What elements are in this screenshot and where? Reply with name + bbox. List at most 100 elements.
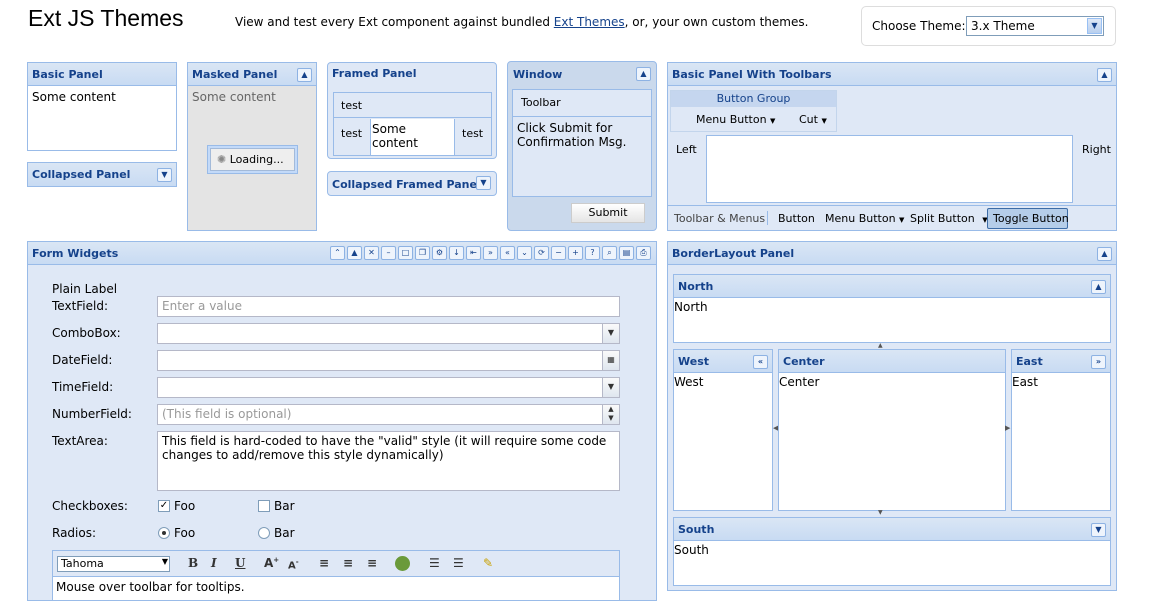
- timefield-input[interactable]: ▼: [157, 377, 620, 398]
- align-center-icon[interactable]: ≡: [343, 556, 353, 570]
- unpin-icon[interactable]: ⇤: [466, 246, 481, 260]
- combobox-input[interactable]: ▼: [157, 323, 620, 344]
- pin-icon[interactable]: ↓: [449, 246, 464, 260]
- form-widgets-title: Form Widgets: [32, 247, 119, 260]
- down-icon[interactable]: ⌄: [517, 246, 532, 260]
- search-icon[interactable]: ⌕: [602, 246, 617, 260]
- theme-select[interactable]: 3.x Theme ▼: [966, 16, 1104, 36]
- toolbars-panel: Basic Panel With Toolbars ▲ Button Group…: [667, 62, 1117, 231]
- chevron-down-icon: ▼: [1087, 18, 1102, 34]
- spinner-arrows-icon[interactable]: ▲ ▼: [602, 405, 619, 424]
- intro-suffix: , or, your own custom themes.: [624, 15, 809, 29]
- minus-icon[interactable]: −: [551, 246, 566, 260]
- toggle-button[interactable]: Toggle Button: [987, 208, 1069, 229]
- center-header: Center: [779, 350, 1005, 373]
- east-splitter-icon[interactable]: ▶: [1005, 424, 1010, 432]
- datefield-input[interactable]: ▦: [157, 350, 620, 371]
- framed-left-toolbar: test: [334, 119, 371, 155]
- collapse-icon[interactable]: ▲: [1097, 247, 1112, 261]
- menu-button[interactable]: Menu Button ▼: [696, 113, 775, 126]
- help-icon[interactable]: ?: [585, 246, 600, 260]
- east-header: East »: [1012, 350, 1110, 373]
- timefield-label: TimeField:: [52, 380, 114, 394]
- chevron-down-icon: ▼: [161, 557, 168, 566]
- refresh-icon[interactable]: ⟳: [534, 246, 549, 260]
- close-icon[interactable]: ✕: [364, 246, 379, 260]
- right-toolbar: Right: [1082, 143, 1111, 156]
- east-title: East: [1016, 355, 1043, 368]
- align-right-icon[interactable]: ≡: [367, 556, 377, 570]
- align-left-icon[interactable]: ≡: [319, 556, 329, 570]
- ext-themes-link[interactable]: Ext Themes: [554, 15, 625, 29]
- grow-font-icon[interactable]: A+: [264, 556, 279, 570]
- checkbox-foo-label: Foo: [174, 499, 196, 513]
- underline-icon[interactable]: U: [235, 556, 245, 570]
- north-header: North ▲: [674, 275, 1110, 298]
- checkbox-foo[interactable]: ✓: [158, 500, 170, 512]
- font-select[interactable]: Tahoma ▼: [57, 556, 170, 572]
- source-edit-icon[interactable]: ✎: [483, 556, 493, 570]
- expand-icon[interactable]: ▼: [476, 176, 491, 190]
- minimize-icon[interactable]: –: [381, 246, 396, 260]
- spinner-icon: ✺: [217, 153, 227, 166]
- collapse-left-icon[interactable]: «: [753, 355, 768, 369]
- plus-icon[interactable]: +: [568, 246, 583, 260]
- right-icon[interactable]: »: [483, 246, 498, 260]
- collapse-icon[interactable]: ▲: [1097, 68, 1112, 82]
- bold-icon[interactable]: B: [188, 556, 198, 570]
- window: Window ▲ Toolbar Click Submit for Confir…: [507, 61, 657, 231]
- window-content: Click Submit for Confirmation Msg.: [512, 117, 652, 197]
- save-icon[interactable]: ▤: [619, 246, 634, 260]
- collapse-icon[interactable]: ▲: [1091, 280, 1106, 294]
- chevron-down-icon[interactable]: ▼: [602, 324, 619, 343]
- maximize-icon[interactable]: □: [398, 246, 413, 260]
- expand-icon[interactable]: ▼: [157, 168, 172, 182]
- separator: [767, 211, 768, 225]
- north-splitter-icon[interactable]: ▲: [878, 342, 883, 349]
- masked-panel-title: Masked Panel: [192, 68, 278, 81]
- split-button[interactable]: Split Button ▼: [910, 212, 988, 225]
- theme-label: Choose Theme:: [872, 19, 966, 33]
- bottom-menu-button[interactable]: Menu Button ▼: [825, 212, 904, 225]
- collapse-icon[interactable]: ▲: [636, 67, 651, 81]
- textfield-input[interactable]: Enter a value: [157, 296, 620, 317]
- html-editor-toolbar: Tahoma ▼ B I U A+ A- ≡ ≡ ≡ ☰ ☰ ✎: [52, 550, 620, 577]
- collapsed-framed-panel[interactable]: Collapsed Framed Panel ▼: [327, 171, 497, 196]
- left-icon[interactable]: «: [500, 246, 515, 260]
- datefield-label: DateField:: [52, 353, 113, 367]
- plain-button[interactable]: Button: [778, 212, 815, 225]
- numbered-list-icon[interactable]: ☰: [429, 556, 440, 570]
- basic-panel: Basic Panel Some content: [27, 62, 177, 151]
- up-icon[interactable]: ▲: [347, 246, 362, 260]
- link-icon[interactable]: [395, 556, 410, 571]
- collapse-icon[interactable]: ⌃: [330, 246, 345, 260]
- html-editor-body[interactable]: Mouse over toolbar for tooltips.: [52, 577, 620, 601]
- calendar-icon[interactable]: ▦: [602, 351, 619, 370]
- checkbox-bar[interactable]: [258, 500, 270, 512]
- collapsed-panel-header[interactable]: Collapsed Panel ▼: [28, 163, 176, 186]
- collapse-right-icon[interactable]: »: [1091, 355, 1106, 369]
- radio-foo[interactable]: [158, 527, 170, 539]
- bullet-list-icon[interactable]: ☰: [453, 556, 464, 570]
- textfield-label: TextField:: [52, 299, 109, 313]
- restore-icon[interactable]: ❐: [415, 246, 430, 260]
- button-group: Button Group Menu Button ▼ Cut ▼: [670, 90, 837, 132]
- intro-prefix: View and test every Ext component agains…: [235, 15, 554, 29]
- collapse-icon[interactable]: ▲: [297, 68, 312, 82]
- shrink-font-icon[interactable]: A-: [288, 558, 299, 571]
- textarea-input[interactable]: This field is hard-coded to have the "va…: [157, 431, 620, 491]
- print-icon[interactable]: ⎙: [636, 246, 651, 260]
- radio-bar[interactable]: [258, 527, 270, 539]
- loading-mask: ✺ Loading...: [207, 145, 298, 174]
- submit-button[interactable]: Submit: [571, 203, 645, 223]
- italic-icon[interactable]: I: [211, 556, 217, 570]
- chevron-down-icon[interactable]: ▼: [602, 378, 619, 397]
- masked-panel-content: Some content: [192, 90, 276, 104]
- cut-button[interactable]: Cut ▼: [799, 113, 827, 126]
- collapsed-panel-title: Collapsed Panel: [32, 168, 131, 181]
- numberfield-input[interactable]: (This field is optional) ▲ ▼: [157, 404, 620, 425]
- south-splitter-icon[interactable]: ▼: [878, 509, 883, 516]
- radio-bar-label: Bar: [274, 526, 295, 540]
- gear-icon[interactable]: ⚙: [432, 246, 447, 260]
- collapse-down-icon[interactable]: ▼: [1091, 523, 1106, 537]
